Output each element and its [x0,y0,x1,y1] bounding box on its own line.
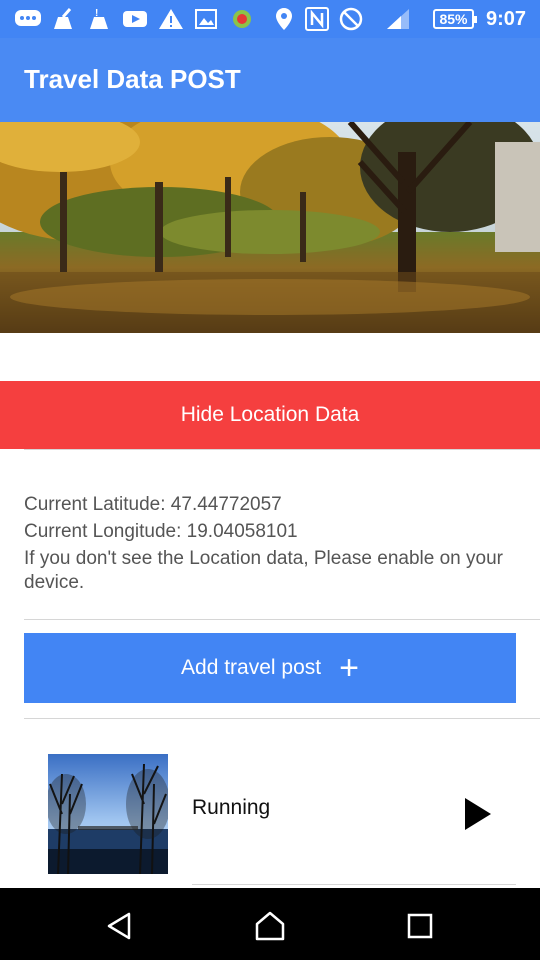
location-hint-text: If you don't see the Location data, Plea… [24,548,503,593]
alert-broom-icon: ! [86,5,112,33]
page-title: Travel Data POST [24,64,241,94]
latitude-text: Current Latitude: 47.44772057 [24,494,282,515]
divider [192,884,516,885]
clock: 9:07 [486,8,527,30]
home-icon [255,911,285,941]
divider [24,619,540,620]
messages-icon [14,5,42,33]
battery-level: 85% [439,11,468,27]
nfc-icon [304,5,330,33]
do-not-disturb-icon [338,5,364,33]
play-icon [465,798,491,830]
warning-icon [158,5,184,33]
plus-icon: + [339,649,359,687]
play-button[interactable] [460,794,496,834]
youtube-icon [122,5,148,33]
add-travel-post-button[interactable]: Add travel post + [24,633,516,703]
list-item[interactable]: Running [24,738,516,884]
hide-location-button[interactable]: Hide Location Data [0,381,540,449]
location-icon [274,5,294,33]
add-travel-post-label: Add travel post [181,656,322,679]
clean-icon [50,5,76,33]
recents-icon [407,913,433,939]
hero-image [0,122,540,333]
app-bar: Travel Data POST [0,38,540,122]
gallery-icon [194,5,218,33]
home-button[interactable] [240,906,300,946]
navigation-bar [0,888,540,960]
battery-indicator: 85% [433,9,477,29]
recents-button[interactable] [390,906,450,946]
divider [24,718,540,719]
android-icon [230,5,254,33]
post-thumbnail [48,754,168,874]
divider [24,449,540,450]
back-icon [107,912,131,940]
svg-text:!: ! [95,8,98,19]
back-button[interactable] [90,906,150,946]
status-bar: ! 85% 9:07 [0,0,540,38]
signal-icon [384,5,412,33]
longitude-text: Current Longitude: 19.04058101 [24,521,298,542]
post-title: Running [192,796,271,819]
